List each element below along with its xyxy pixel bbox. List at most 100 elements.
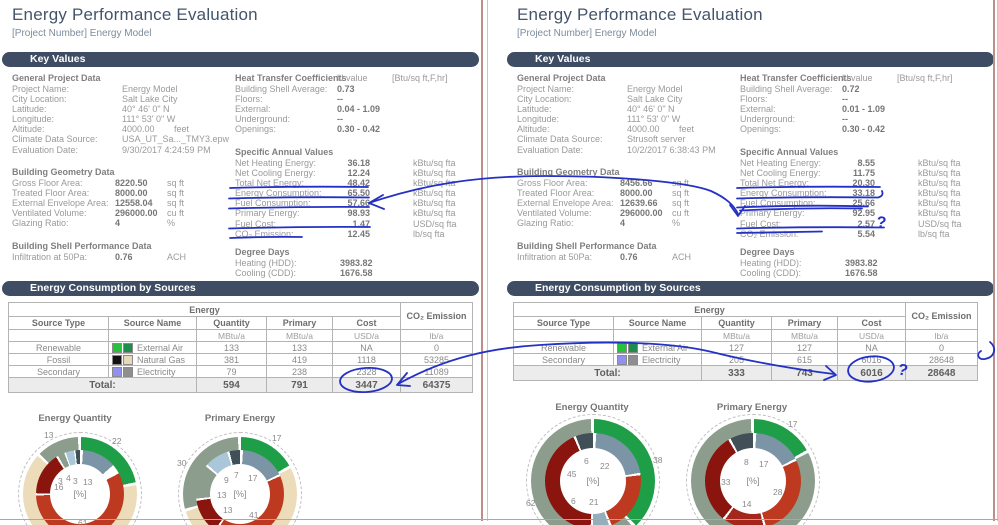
kv-value: 8000.00 — [620, 188, 653, 199]
kv-row: Floors: -- — [740, 94, 982, 104]
kv-unit: kBtu/sq fta — [918, 208, 961, 219]
donut-segment-label: 13 — [217, 490, 227, 500]
co2-value: 0 — [905, 341, 979, 354]
source-type: Fossil — [8, 353, 109, 366]
unit-label: USD/a — [331, 329, 402, 342]
kv-label: External Envelope Area: — [517, 198, 614, 209]
kv-row: Evaluation Date: 9/30/2017 4:24:59 PM — [12, 145, 230, 155]
kv-value: 65.50 — [347, 188, 370, 199]
kv-row: Underground: -- — [740, 114, 982, 124]
unit-label: MBtu/a — [771, 329, 838, 342]
kv-unit: kBtu/sq fta — [413, 168, 456, 179]
donut-segment-label: 13 — [44, 430, 54, 440]
key-values-bar: Key Values — [507, 52, 994, 67]
table-total-row: Total: 594 791 3447 64375 — [8, 377, 474, 393]
donut-segment-label: 45 — [567, 469, 577, 479]
column-header: Primary — [266, 316, 333, 330]
energy-sources-table: Energy CO₂ Emission Source Type Source Name… — [512, 302, 979, 381]
heat-transfer-section: Heat Transfer Coefficients U value [Btu/sq… — [740, 73, 982, 134]
kv-value: 1.47 — [352, 218, 370, 229]
kv-row: Cooling (CDD): 1676.58 — [740, 268, 982, 278]
kv-row: Gross Floor Area: 8456.66 sq ft — [517, 178, 735, 188]
kv-unit: lb/sq fta — [413, 228, 445, 239]
source-type: Renewable — [513, 341, 614, 354]
cost-value: NA — [836, 341, 907, 354]
kv-value: 1676.58 — [845, 268, 878, 279]
kv-value: 36.18 — [347, 158, 370, 168]
kv-value: -- — [337, 94, 343, 105]
kv-value: 57.66 — [347, 198, 370, 209]
kv-label: Climate Data Source: — [12, 134, 98, 145]
unit-label: USD/a — [836, 329, 907, 342]
kv-unit: kBtu/sq fta — [413, 188, 456, 199]
kv-value: 12558.04 — [115, 198, 153, 209]
table-group-co2: CO₂ Emission — [400, 302, 474, 330]
kv-label: Total Net Energy: — [740, 178, 810, 189]
source-name: Electricity — [642, 354, 681, 365]
kv-label: Energy Consumption: — [235, 188, 322, 199]
kv-label: Underground: — [235, 114, 291, 125]
kv-label: Net Heating Energy: — [740, 158, 822, 168]
kv-value: -- — [842, 94, 848, 105]
kv-label: Net Cooling Energy: — [740, 168, 821, 179]
kv-value: 3983.82 — [845, 258, 878, 268]
donut-segment-label: 28 — [773, 487, 783, 497]
kv-value: 12.24 — [347, 168, 370, 179]
kv-row: Floors: -- — [235, 94, 477, 104]
kv-unit: kBtu/sq fta — [918, 188, 961, 199]
energy-consumption-bar: Energy Consumption by Sources — [2, 281, 479, 296]
kv-label: CO₂ Emission: — [740, 228, 799, 239]
page-bottom-line — [0, 519, 998, 520]
kv-value: 8456.66 — [620, 178, 653, 188]
kv-label: Energy Consumption: — [740, 188, 827, 199]
report-page-right: Energy Performance Evaluation [Project N… — [505, 0, 997, 525]
donut-segment-label: 30 — [177, 458, 187, 468]
page-title: Energy Performance Evaluation — [517, 5, 763, 24]
chart-title-primary-energy: Primary Energy — [716, 402, 788, 413]
kv-row: Total Net Energy: 48.42 kBtu/sq fta — [235, 178, 477, 188]
u-value-header: U value — [337, 73, 368, 83]
kv-unit: USD/sq fta — [413, 218, 457, 229]
kv-label: Openings: — [740, 124, 782, 135]
kv-unit: kBtu/sq fta — [918, 168, 961, 179]
general-project-data-section: General Project Data Project Name: Energy… — [12, 73, 230, 155]
column-header: Source Type — [513, 316, 614, 330]
donut-segment-label: 14 — [742, 499, 752, 509]
building-shell-section: Building Shell Performance Data Infiltra… — [517, 241, 735, 262]
kv-value: 4000.00 — [122, 124, 155, 135]
kv-label: Floors: — [235, 94, 263, 105]
unit-label: MBtu/a — [266, 329, 333, 342]
kv-label: Evaluation Date: — [517, 144, 584, 155]
unit-label: lb/a — [400, 329, 474, 342]
kv-label: Treated Floor Area: — [12, 188, 90, 199]
donut-segment-label: 22 — [600, 461, 610, 471]
table-group-energy: Energy — [512, 302, 907, 317]
kv-label: Heating (HDD): — [235, 258, 297, 268]
donut-segment-label: 3 — [73, 476, 78, 486]
kv-row: External Envelope Area: 12639.66 sq ft — [517, 198, 735, 208]
donut-segment-label: 17 — [759, 459, 769, 469]
degree-days-section: Degree Days Heating (HDD): 3983.82 Cooling… — [740, 247, 982, 278]
energy-consumption-bar: Energy Consumption by Sources — [507, 281, 994, 296]
primary-value: 133 — [266, 341, 333, 354]
kv-label: Net Heating Energy: — [235, 158, 317, 168]
kv-unit: % — [672, 218, 681, 229]
table-group-energy: Energy — [7, 302, 402, 317]
cost-value: 2328 — [331, 365, 402, 378]
total-primary: 743 — [771, 365, 838, 381]
kv-value: Salt Lake City — [122, 94, 178, 105]
section-header: Building Shell Performance Data — [12, 241, 152, 251]
kv-value: 48.42 — [347, 178, 370, 189]
kv-value: -- — [337, 114, 343, 125]
cost-value: NA — [331, 341, 402, 354]
kv-unit: kBtu/sq fta — [918, 158, 961, 168]
donut-segment-label: 6 — [584, 456, 589, 466]
total-label: Total: — [8, 377, 197, 393]
column-header: Cost — [836, 316, 907, 330]
donut-center: [%] — [50, 464, 110, 524]
kv-row: Primary Energy: 98.93 kBtu/sq fta — [235, 208, 477, 218]
kv-row: Glazing Ratio: 4% — [12, 218, 230, 228]
kv-row: Project Name: Energy Model — [12, 84, 230, 94]
source-type: Secondary — [8, 365, 109, 378]
kv-row: Evaluation Date: 10/2/2017 6:38:43 PM — [517, 145, 735, 155]
